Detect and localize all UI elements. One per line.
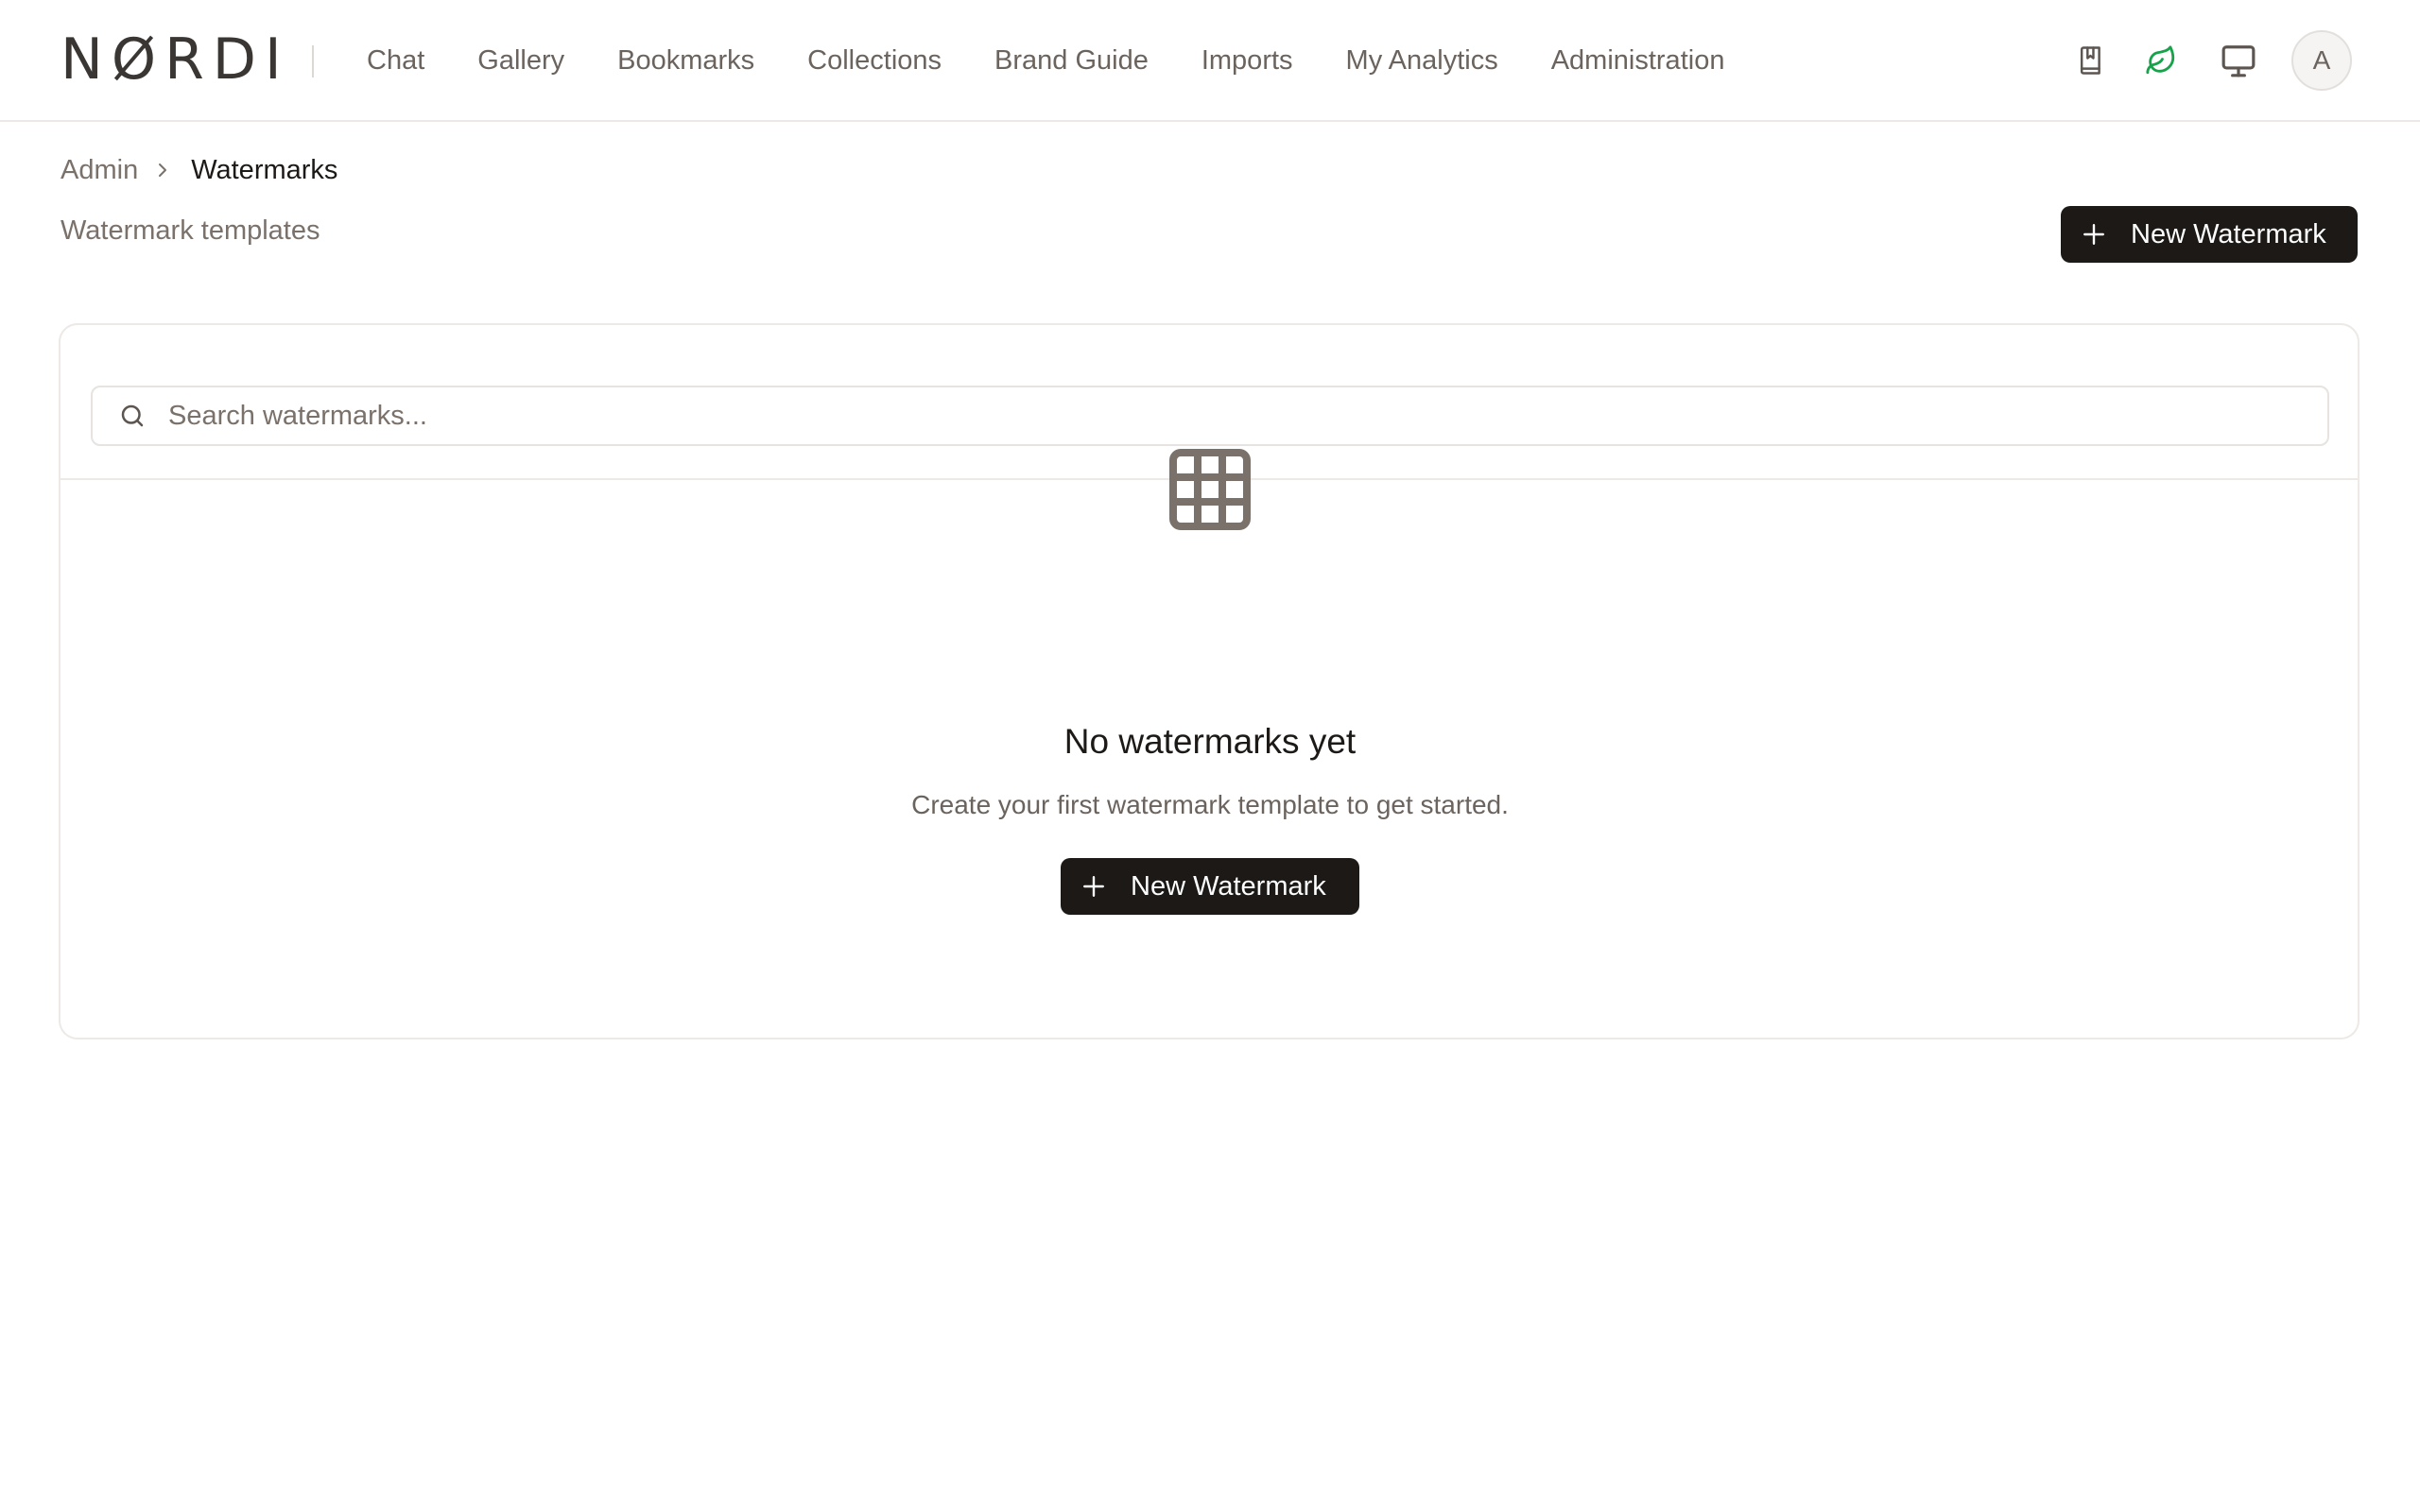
breadcrumb-admin-link[interactable]: Admin bbox=[60, 155, 138, 186]
nav-item-administration[interactable]: Administration bbox=[1551, 45, 1725, 77]
search-input[interactable] bbox=[168, 400, 2327, 432]
empty-state-description: Create your first watermark template to … bbox=[911, 790, 1509, 819]
plus-icon bbox=[2082, 222, 2106, 247]
nav-item-gallery[interactable]: Gallery bbox=[477, 45, 564, 77]
leaf-icon[interactable] bbox=[2142, 42, 2180, 79]
user-avatar[interactable]: A bbox=[2291, 30, 2352, 91]
nav-item-my-analytics[interactable]: My Analytics bbox=[1346, 45, 1498, 77]
breadcrumb: Admin Watermarks bbox=[60, 151, 337, 189]
plus-icon bbox=[1081, 874, 1106, 899]
empty-state-new-watermark-button[interactable]: New Watermark bbox=[1061, 858, 1359, 915]
empty-state-title: No watermarks yet bbox=[1063, 722, 1357, 761]
page-subtitle: Watermark templates bbox=[60, 215, 320, 246]
search-box[interactable] bbox=[91, 386, 2329, 446]
chevron-right-icon bbox=[155, 161, 170, 180]
logo-divider bbox=[312, 45, 314, 77]
nav-item-brand-guide[interactable]: Brand Guide bbox=[994, 45, 1149, 77]
top-navigation-bar: NØRDI Chat Gallery Bookmarks Collections… bbox=[0, 0, 2420, 122]
new-watermark-button[interactable]: New Watermark bbox=[2061, 206, 2358, 263]
nav-item-bookmarks[interactable]: Bookmarks bbox=[617, 45, 754, 77]
nav-item-collections[interactable]: Collections bbox=[807, 45, 942, 77]
monitor-icon[interactable] bbox=[2220, 42, 2257, 79]
brand-logo[interactable]: NØRDI bbox=[60, 31, 290, 88]
nav-item-chat[interactable]: Chat bbox=[367, 45, 424, 77]
main-nav: Chat Gallery Bookmarks Collections Brand… bbox=[367, 0, 1724, 121]
search-icon bbox=[93, 402, 168, 430]
new-watermark-button-label: New Watermark bbox=[2131, 218, 2326, 249]
breadcrumb-current: Watermarks bbox=[191, 154, 338, 185]
watermarks-card bbox=[59, 323, 2360, 1040]
bookmark-icon[interactable] bbox=[2072, 42, 2110, 79]
nav-item-imports[interactable]: Imports bbox=[1201, 45, 1293, 77]
grid-icon bbox=[1168, 448, 1252, 536]
empty-state-button-label: New Watermark bbox=[1131, 870, 1326, 902]
